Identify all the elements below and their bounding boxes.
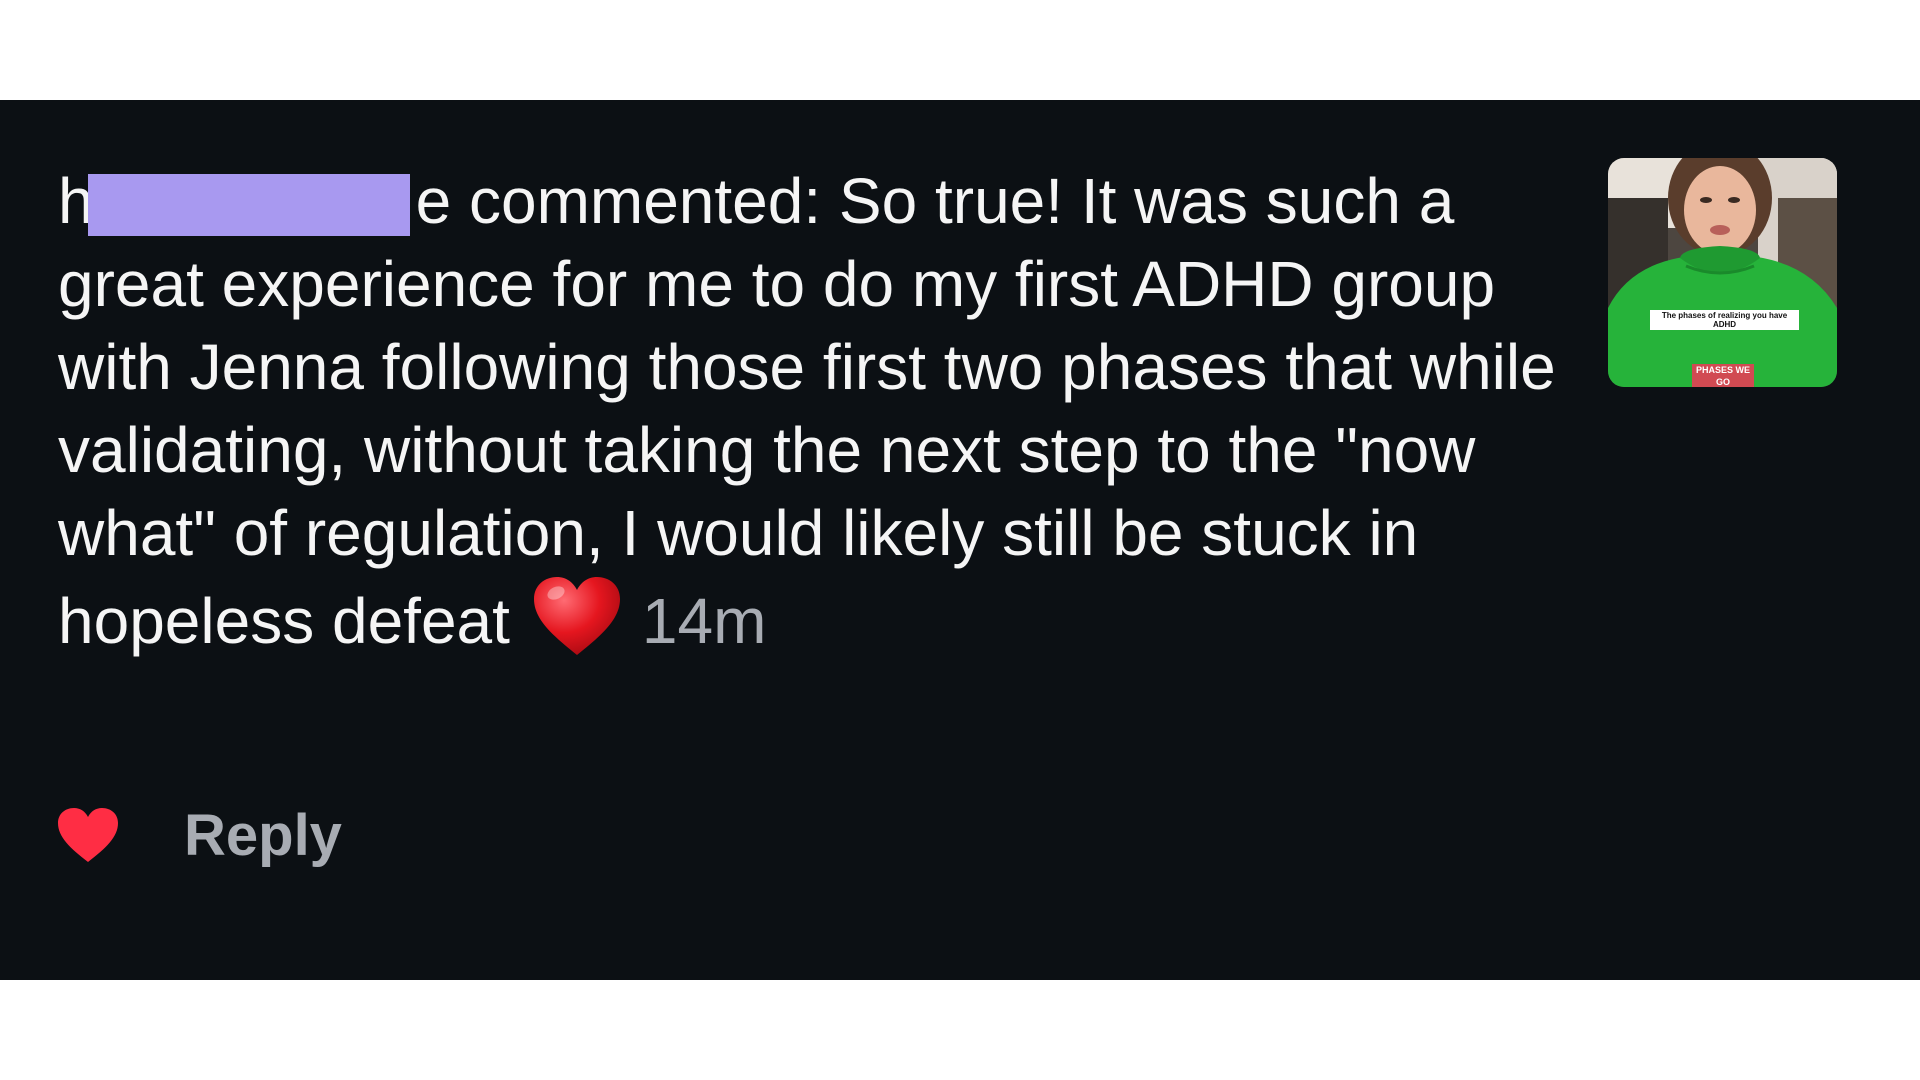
heart-icon[interactable] xyxy=(56,806,120,864)
thumbnail-image xyxy=(1608,158,1837,387)
post-thumbnail[interactable]: The phases of realizing you have ADHD PH… xyxy=(1608,158,1837,387)
red-heart-emoji-icon xyxy=(532,575,622,679)
reply-button[interactable]: Reply xyxy=(184,802,342,869)
thumbnail-tag: PHASES WE GO xyxy=(1692,364,1754,387)
comment-actions: Reply xyxy=(56,798,342,872)
commenter-username[interactable]: he xyxy=(58,160,451,243)
username-last-letter: e xyxy=(415,165,452,237)
username-redaction-block xyxy=(88,174,410,236)
thumbnail-caption: The phases of realizing you have ADHD xyxy=(1650,310,1799,330)
comment-timestamp: 14m xyxy=(641,585,767,657)
comment-text: he commented: So true! It was such a gre… xyxy=(58,160,1558,679)
